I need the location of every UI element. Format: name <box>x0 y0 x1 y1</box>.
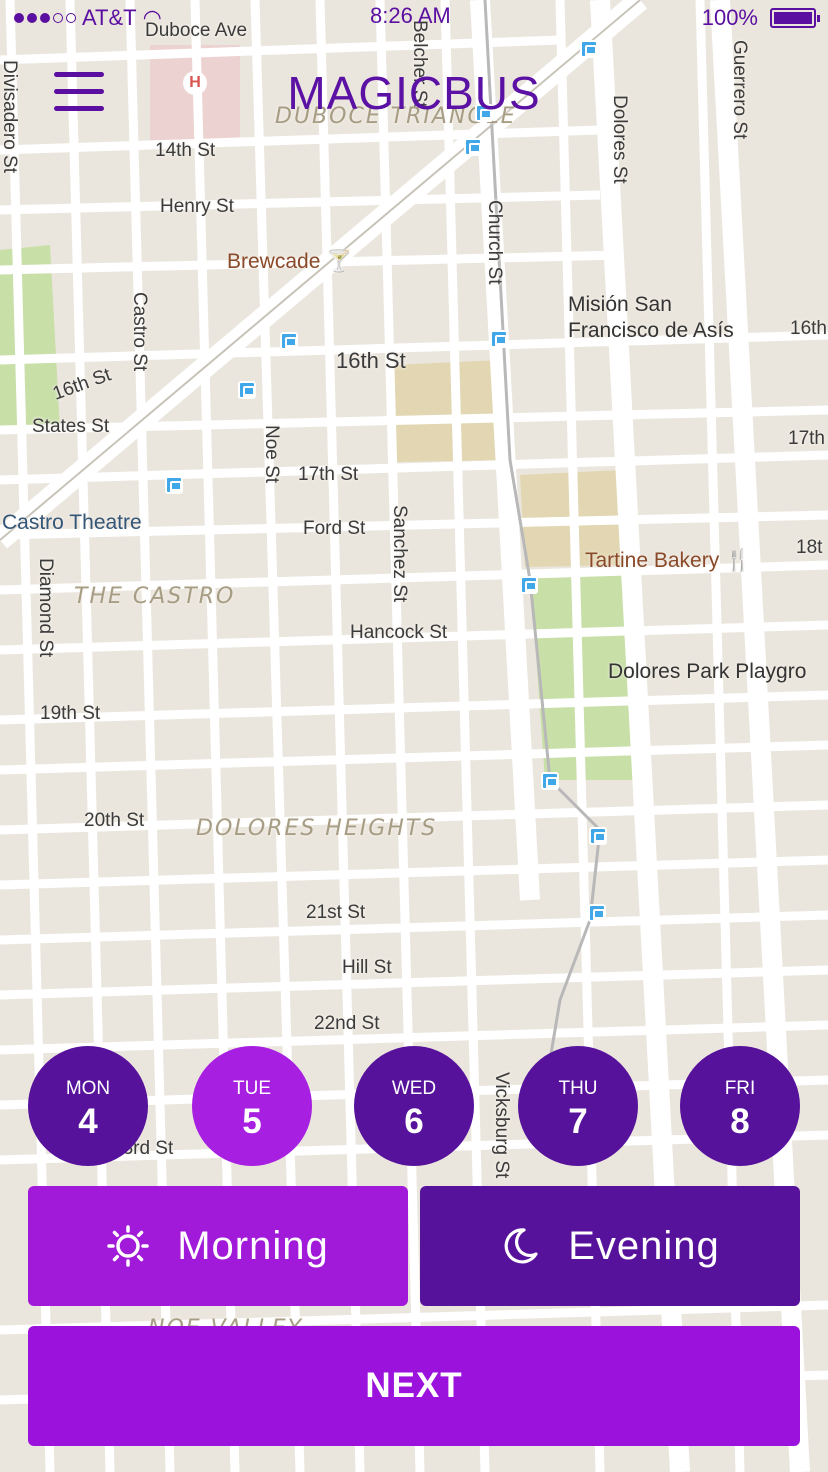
poi-label[interactable]: Tartine Bakery 🍴 <box>585 549 751 573</box>
street-label: Hancock St <box>350 622 448 643</box>
street-label: Noe St <box>261 425 282 484</box>
sun-icon <box>107 1225 149 1267</box>
poi-label[interactable]: Castro Theatre <box>2 511 142 535</box>
street-label: Sanchez St <box>389 505 410 603</box>
day-number: 5 <box>242 1102 262 1141</box>
day-number: 4 <box>78 1102 98 1141</box>
street-label: 22nd St <box>314 1013 380 1034</box>
street-label: 17th <box>788 428 825 449</box>
battery-icon <box>770 8 820 28</box>
restaurant-icon: 🍴 <box>725 549 752 572</box>
moon-icon <box>504 1228 538 1264</box>
status-time: 8:26 AM <box>370 3 451 28</box>
day-selector: MON 4 TUE 5 WED 6 THU 7 FRI 8 <box>28 1046 800 1166</box>
transit-stop-icon[interactable] <box>280 332 298 350</box>
day-mon[interactable]: MON 4 <box>28 1046 148 1166</box>
street-label: 19th St <box>40 703 101 724</box>
street-label: 17th St <box>298 464 359 485</box>
status-bar: AT&T ◠ 8:26 AM 100% <box>0 0 828 34</box>
wifi-icon: ◠ <box>142 5 162 30</box>
neighborhood-label: DOLORES HEIGHTS <box>196 816 438 841</box>
day-wed[interactable]: WED 6 <box>354 1046 474 1166</box>
street-label: 16th St <box>336 348 406 373</box>
street-label: 18t <box>796 537 823 558</box>
day-fri[interactable]: FRI 8 <box>680 1046 800 1166</box>
morning-button[interactable]: Morning <box>28 1186 408 1306</box>
street-label: Church St <box>484 200 505 285</box>
street-label: 16th <box>790 318 827 339</box>
day-name: MON <box>65 1078 111 1099</box>
transit-stop-icon[interactable] <box>541 772 559 790</box>
evening-button[interactable]: Evening <box>420 1186 800 1306</box>
transit-stop-icon[interactable] <box>165 476 183 494</box>
neighborhood-label: THE CASTRO <box>74 584 236 609</box>
transit-stop-icon[interactable] <box>238 381 256 399</box>
day-number: 6 <box>404 1102 424 1141</box>
transit-stop-icon[interactable] <box>588 904 606 922</box>
day-name: WED <box>391 1078 437 1099</box>
day-name: THU <box>558 1078 598 1099</box>
day-number: 8 <box>730 1102 750 1141</box>
transit-stop-icon[interactable] <box>490 330 508 348</box>
next-button[interactable]: NEXT <box>28 1326 800 1446</box>
day-name: FRI <box>724 1078 756 1099</box>
carrier-name: AT&T <box>82 5 137 30</box>
street-label: Castro St <box>129 292 150 372</box>
battery-percent: 100% <box>701 5 758 30</box>
carrier-info: AT&T ◠ <box>14 5 162 31</box>
poi-label[interactable]: Brewcade 🍸 <box>227 250 353 274</box>
morning-label: Morning <box>177 1223 329 1268</box>
transit-stop-icon[interactable] <box>589 827 607 845</box>
transit-stop-icon[interactable] <box>580 40 598 58</box>
street-label: Henry St <box>160 196 234 217</box>
street-label: States St <box>32 416 110 437</box>
street-label: 14th St <box>155 140 216 161</box>
street-label: Hill St <box>342 957 392 978</box>
signal-strength-icon <box>14 13 76 23</box>
bar-icon: 🍸 <box>326 250 353 273</box>
day-name: TUE <box>233 1078 271 1099</box>
evening-label: Evening <box>568 1223 720 1268</box>
transit-stop-icon[interactable] <box>520 576 538 594</box>
street-label: Ford St <box>303 518 366 539</box>
street-label: 21st St <box>306 902 366 923</box>
app-title: MAGICBUS <box>287 67 541 119</box>
street-label: Diamond St <box>35 558 56 658</box>
day-thu[interactable]: THU 7 <box>518 1046 638 1166</box>
poi-label[interactable]: Dolores Park Playgro <box>608 660 806 684</box>
street-label: 20th St <box>84 810 145 831</box>
poi-label[interactable]: Misión San Francisco de Asís <box>568 292 768 344</box>
transit-stop-icon[interactable] <box>464 138 482 156</box>
day-number: 7 <box>568 1102 588 1141</box>
day-tue[interactable]: TUE 5 <box>192 1046 312 1166</box>
